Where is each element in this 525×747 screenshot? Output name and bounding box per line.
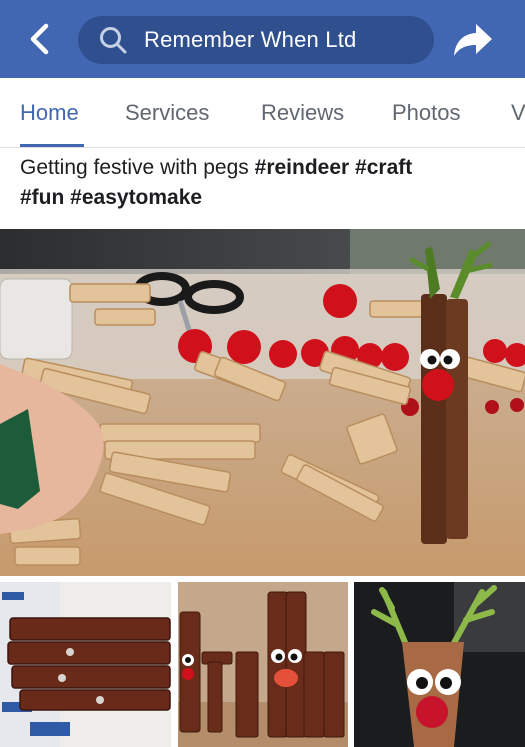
- post-text: Getting festive with pegs: [20, 156, 249, 179]
- tab-photos[interactable]: Photos: [392, 100, 461, 126]
- page-search-field[interactable]: Remember When Ltd: [78, 16, 434, 64]
- post-caption: Getting festive with pegs #reindeer #cra…: [20, 153, 510, 213]
- photo-thumbnail-row: [0, 582, 525, 747]
- craft-table-reindeer-peg-photo: [0, 229, 525, 576]
- photo-thumbnail-3[interactable]: [354, 582, 525, 747]
- hashtag-link[interactable]: #easytomake: [70, 186, 202, 209]
- three-peg-reindeer-photo: [178, 582, 348, 747]
- share-arrow-icon: [454, 24, 492, 56]
- search-icon: [100, 27, 127, 54]
- tab-home[interactable]: Home: [20, 100, 79, 126]
- top-app-bar: Remember When Ltd: [0, 0, 525, 78]
- hashtag-link[interactable]: #fun: [20, 186, 64, 209]
- share-button[interactable]: [448, 18, 498, 62]
- page-name: Remember When Ltd: [144, 27, 357, 52]
- back-button[interactable]: [22, 21, 56, 57]
- hashtag-link[interactable]: #craft: [355, 156, 412, 179]
- tab-reviews[interactable]: Reviews: [261, 100, 344, 126]
- main-post-photo[interactable]: [0, 229, 525, 576]
- photo-thumbnail-2[interactable]: [178, 582, 348, 747]
- tab-services[interactable]: Services: [125, 100, 209, 126]
- chevron-left-icon: [30, 23, 49, 55]
- active-tab-indicator: [20, 144, 84, 147]
- painted-pegs-closeup-photo: [0, 582, 171, 747]
- hashtag-link[interactable]: #reindeer: [255, 156, 350, 179]
- photo-thumbnail-1[interactable]: [0, 582, 171, 747]
- page-tabs: Home Services Reviews Photos V: [0, 78, 525, 148]
- reindeer-face-closeup-photo: [354, 582, 525, 747]
- tab-more-partial[interactable]: V: [511, 100, 525, 126]
